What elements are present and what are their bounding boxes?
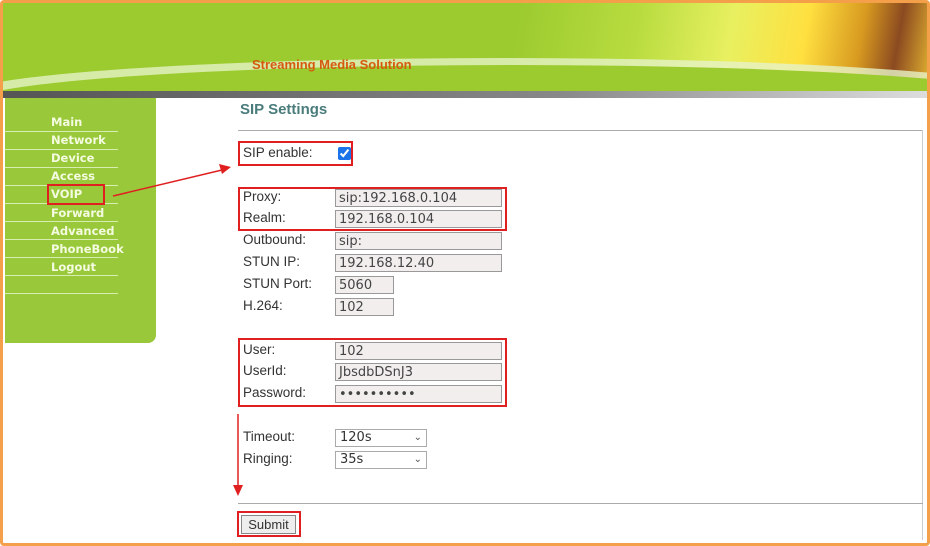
sidebar-item-phonebook[interactable]: PhoneBook bbox=[51, 242, 124, 256]
sidebar-item-access[interactable]: Access bbox=[51, 169, 95, 183]
header-banner: Streaming Media Solution bbox=[3, 3, 927, 91]
header-divider bbox=[3, 91, 927, 98]
ringing-value: 35s bbox=[340, 452, 364, 467]
divider bbox=[5, 257, 118, 258]
realm-label: Realm: bbox=[243, 210, 286, 225]
divider bbox=[5, 149, 118, 150]
chevron-down-icon: ⌄ bbox=[413, 432, 422, 443]
password-label: Password: bbox=[243, 385, 307, 400]
outbound-label: Outbound: bbox=[243, 232, 307, 247]
divider bbox=[5, 203, 118, 204]
h264-input[interactable]: 102 bbox=[335, 298, 394, 316]
divider bbox=[5, 131, 118, 132]
timeout-value: 120s bbox=[340, 430, 372, 445]
divider bbox=[238, 130, 923, 131]
userid-label: UserId: bbox=[243, 363, 287, 378]
proxy-input[interactable]: sip:192.168.0.104 bbox=[335, 189, 502, 207]
timeout-select[interactable]: 120s ⌄ bbox=[335, 429, 427, 447]
divider bbox=[5, 167, 118, 168]
divider bbox=[5, 239, 118, 240]
sidebar-item-device[interactable]: Device bbox=[51, 151, 94, 165]
password-input[interactable]: •••••••••• bbox=[335, 385, 502, 403]
submit-button[interactable]: Submit bbox=[241, 515, 296, 534]
user-label: User: bbox=[243, 342, 276, 357]
user-input[interactable]: 102 bbox=[335, 342, 502, 360]
sidebar-item-forward[interactable]: Forward bbox=[51, 206, 104, 220]
h264-label: H.264: bbox=[243, 298, 283, 313]
stun-ip-label: STUN IP: bbox=[243, 254, 301, 269]
proxy-label: Proxy: bbox=[243, 189, 282, 204]
outbound-input[interactable]: sip: bbox=[335, 232, 502, 250]
divider bbox=[5, 221, 118, 222]
realm-input[interactable]: 192.168.0.104 bbox=[335, 210, 502, 228]
stun-port-input[interactable]: 5060 bbox=[335, 276, 394, 294]
userid-input[interactable]: JbsdbDSnJ3 bbox=[335, 363, 502, 381]
stun-port-label: STUN Port: bbox=[243, 276, 313, 291]
divider bbox=[5, 185, 118, 186]
sidebar-item-main[interactable]: Main bbox=[51, 115, 82, 129]
sidebar-item-logout[interactable]: Logout bbox=[51, 260, 96, 274]
chevron-down-icon: ⌄ bbox=[413, 454, 422, 465]
divider bbox=[922, 130, 923, 540]
arrowhead-icon bbox=[219, 164, 231, 174]
divider bbox=[5, 275, 118, 276]
arrowhead-icon bbox=[233, 485, 243, 496]
stun-ip-input[interactable]: 192.168.12.40 bbox=[335, 254, 502, 272]
divider bbox=[238, 503, 923, 504]
timeout-label: Timeout: bbox=[243, 429, 296, 444]
sip-enable-label: SIP enable: bbox=[243, 145, 313, 160]
ringing-label: Ringing: bbox=[243, 451, 293, 466]
divider bbox=[5, 293, 118, 294]
sidebar-item-advanced[interactable]: Advanced bbox=[51, 224, 114, 238]
sidebar-item-network[interactable]: Network bbox=[51, 133, 106, 147]
ringing-select[interactable]: 35s ⌄ bbox=[335, 451, 427, 469]
sip-enable-checkbox[interactable] bbox=[338, 147, 351, 160]
sidebar-item-voip[interactable]: VOIP bbox=[51, 187, 82, 201]
sidebar: Main Network Device Access VOIP Forward … bbox=[5, 98, 156, 343]
banner-title: Streaming Media Solution bbox=[252, 57, 412, 72]
page-title: SIP Settings bbox=[240, 101, 328, 118]
